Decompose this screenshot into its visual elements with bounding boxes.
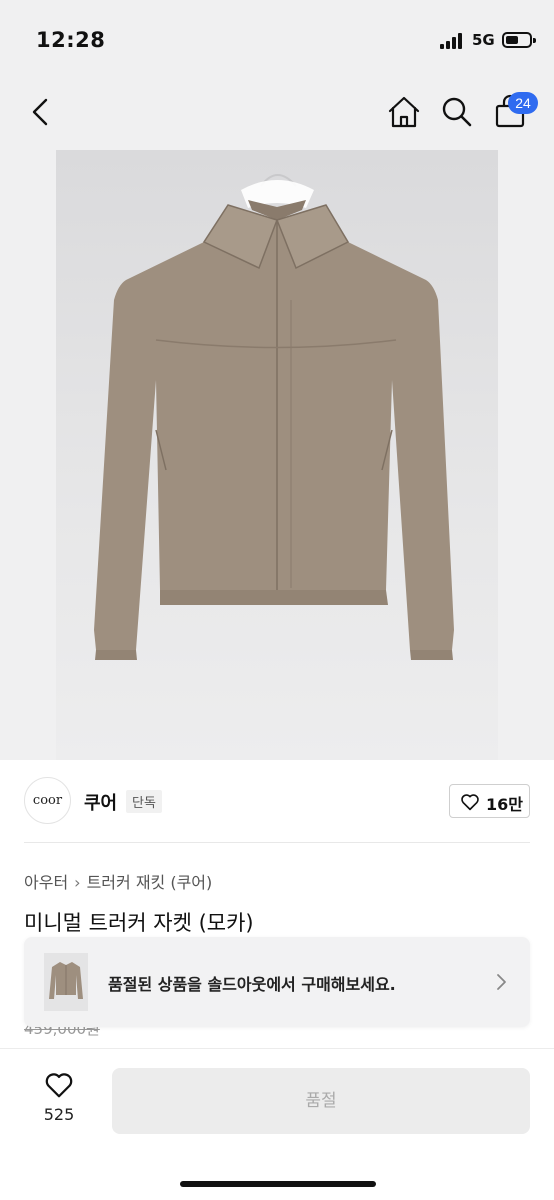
battery-icon (502, 32, 536, 48)
wishlist-count: 525 (43, 1105, 75, 1124)
jacket-illustration (94, 174, 454, 660)
chevron-left-icon (32, 98, 48, 126)
breadcrumb-subcategory[interactable]: 트러커 재킷 (쿠어) (87, 869, 213, 893)
wishlist-button[interactable]: 525 (28, 1071, 90, 1133)
nav-bar (0, 80, 554, 144)
status-bar: 12:28 5G (0, 0, 554, 80)
search-button[interactable] (437, 92, 477, 132)
bottom-bar: 525 품절 (0, 1048, 554, 1200)
cart-count-badge: 24 (508, 92, 538, 114)
back-button[interactable] (26, 94, 58, 130)
soldout-banner-text: 품절된 상품을 솔드아웃에서 구매해보세요. (108, 975, 396, 994)
jacket-thumbnail-image (49, 962, 83, 999)
banner-thumbnail (44, 953, 88, 1011)
heart-icon (45, 1073, 73, 1098)
home-indicator (180, 1181, 376, 1187)
soldout-banner[interactable]: 품절된 상품을 솔드아웃에서 구매해보세요. (24, 937, 530, 1027)
signal-icon (440, 33, 466, 49)
heart-icon (461, 794, 479, 811)
status-time: 12:28 (36, 28, 106, 52)
home-icon (388, 96, 420, 128)
divider (24, 842, 530, 843)
chevron-right-icon: › (74, 873, 81, 892)
product-image[interactable] (56, 150, 498, 760)
brand-like-button[interactable]: 16만 (449, 784, 530, 818)
breadcrumb: 아우터 › 트러커 재킷 (쿠어) (24, 869, 212, 893)
home-button[interactable] (384, 92, 424, 132)
soldout-buy-button[interactable]: 품절 (112, 1068, 530, 1134)
brand-logo[interactable]: coor (24, 777, 71, 824)
breadcrumb-category[interactable]: 아우터 (24, 869, 68, 893)
product-title: 미니멀 트러커 자켓 (모카) (24, 911, 254, 935)
chevron-right-icon (497, 974, 506, 990)
brand-like-count: 16만 (486, 795, 523, 814)
search-icon (442, 97, 472, 127)
network-label: 5G (472, 31, 495, 49)
brand-row: coor 쿠어 단독 16만 (0, 772, 554, 830)
exclusive-tag: 단독 (126, 790, 162, 813)
brand-name[interactable]: 쿠어 (84, 789, 117, 815)
